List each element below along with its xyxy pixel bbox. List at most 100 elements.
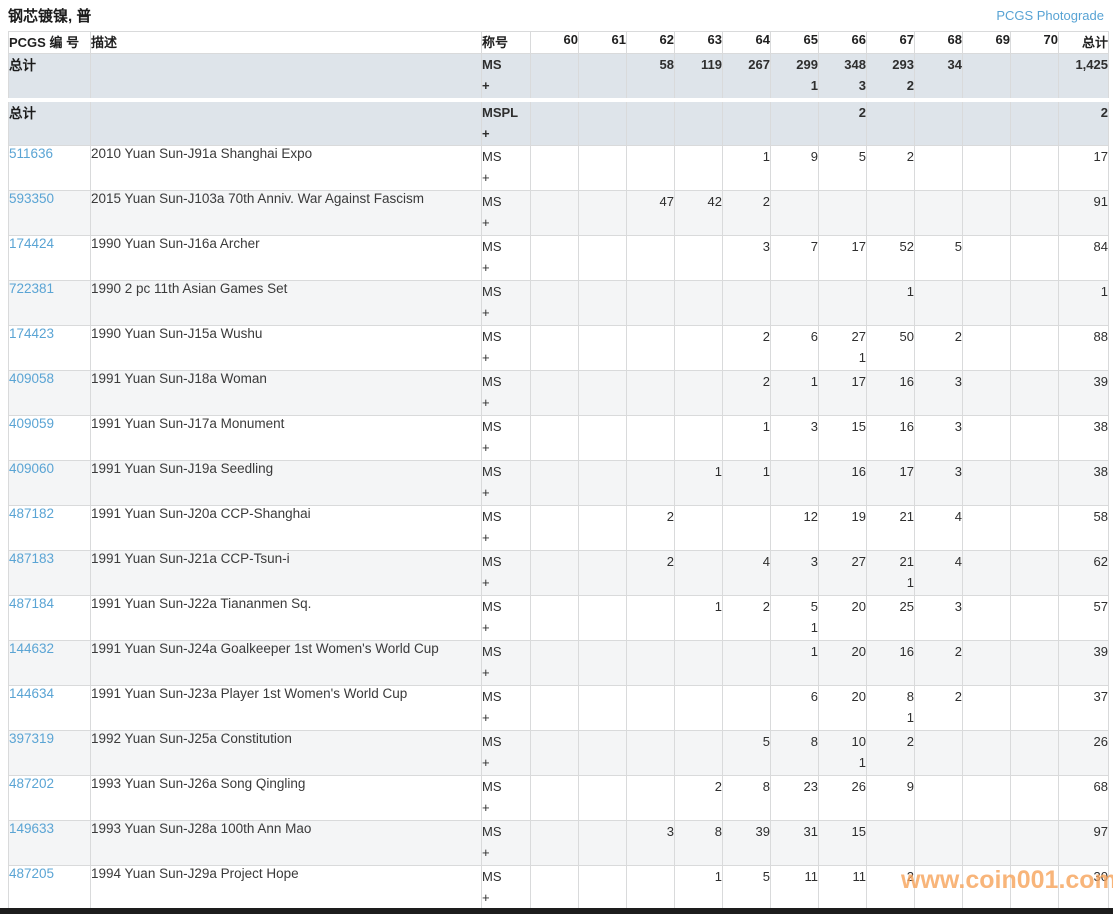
grade-67-cell: 2932 (867, 54, 915, 100)
grade-69-cell (963, 326, 1011, 371)
grade-69-cell (963, 191, 1011, 236)
grade-64-cell: 5 (723, 866, 771, 911)
grade-60-cell (531, 416, 579, 461)
coin-description: 1991 Yuan Sun-J20a CCP-Shanghai (91, 506, 482, 551)
grade-65-cell: 51 (771, 596, 819, 641)
grade-66-cell: 15 (819, 416, 867, 461)
designation-cell: MS+ (482, 461, 531, 506)
grade-67-cell: 2 (867, 731, 915, 776)
summary-row: 总计MS+58119267299134832932341,425 (9, 54, 1109, 100)
row-total: 1,425 (1059, 54, 1109, 100)
grade-70-cell (1011, 461, 1059, 506)
coin-description: 1990 Yuan Sun-J16a Archer (91, 236, 482, 281)
grade-64-cell: 5 (723, 731, 771, 776)
grade-68-cell: 5 (915, 236, 963, 281)
grade-61-cell (579, 146, 627, 191)
grade-70-cell (1011, 686, 1059, 731)
pcgs-number-cell: 409060 (9, 461, 91, 506)
pcgs-number-link[interactable]: 174424 (9, 236, 54, 251)
grade-61-cell (579, 236, 627, 281)
coin-description: 1991 Yuan Sun-J19a Seedling (91, 461, 482, 506)
photograde-link[interactable]: PCGS Photograde (996, 8, 1104, 23)
pcgs-number-link[interactable]: 487183 (9, 551, 54, 566)
grade-65-cell: 6 (771, 326, 819, 371)
coin-row: 4090591991 Yuan Sun-J17a MonumentMS+1315… (9, 416, 1109, 461)
coin-row: 1496331993 Yuan Sun-J28a 100th Ann MaoMS… (9, 821, 1109, 866)
grade-60-cell (531, 596, 579, 641)
grade-68-cell (915, 146, 963, 191)
grade-61-cell (579, 100, 627, 146)
summary-label: 总计 (9, 100, 91, 146)
grade-63-cell: 1 (675, 866, 723, 911)
pcgs-number-link[interactable]: 593350 (9, 191, 54, 206)
pcgs-number-link[interactable]: 487184 (9, 596, 54, 611)
row-total: 26 (1059, 731, 1109, 776)
grade-67-cell: 17 (867, 461, 915, 506)
grade-69-cell (963, 236, 1011, 281)
pcgs-number-link[interactable]: 397319 (9, 731, 54, 746)
pcgs-number-link[interactable]: 409058 (9, 371, 54, 386)
coin-description (91, 100, 482, 146)
coin-description: 2015 Yuan Sun-J103a 70th Anniv. War Agai… (91, 191, 482, 236)
grade-69-cell (963, 686, 1011, 731)
grade-61-cell (579, 54, 627, 100)
pcgs-number-link[interactable]: 722381 (9, 281, 54, 296)
grade-67-cell: 25 (867, 596, 915, 641)
coin-row: 1744231990 Yuan Sun-J15a WushuMS+2627150… (9, 326, 1109, 371)
pcgs-number-link[interactable]: 487205 (9, 866, 54, 881)
grade-61-cell (579, 821, 627, 866)
coin-description: 1991 Yuan Sun-J21a CCP-Tsun-i (91, 551, 482, 596)
pcgs-number-link[interactable]: 149633 (9, 821, 54, 836)
grade-64-cell: 2 (723, 191, 771, 236)
pcgs-number-cell: 409058 (9, 371, 91, 416)
grade-60-cell (531, 54, 579, 100)
grade-60-cell (531, 551, 579, 596)
grade-66-cell: 20 (819, 641, 867, 686)
grade-70-cell (1011, 100, 1059, 146)
grade-67-cell: 16 (867, 371, 915, 416)
bottom-divider (0, 908, 1113, 914)
pcgs-number-link[interactable]: 511636 (9, 146, 53, 161)
coin-row: 1744241990 Yuan Sun-J16a ArcherMS+371752… (9, 236, 1109, 281)
row-total: 58 (1059, 506, 1109, 551)
grade-65-cell: 31 (771, 821, 819, 866)
col-header-grade-60: 60 (531, 32, 579, 54)
grade-62-cell (627, 100, 675, 146)
pcgs-number-link[interactable]: 409060 (9, 461, 54, 476)
grade-67-cell: 16 (867, 641, 915, 686)
pcgs-number-link[interactable]: 487182 (9, 506, 54, 521)
grade-69-cell (963, 461, 1011, 506)
grade-65-cell: 3 (771, 551, 819, 596)
grade-66-cell: 11 (819, 866, 867, 911)
pcgs-number-link[interactable]: 487202 (9, 776, 54, 791)
grade-70-cell (1011, 866, 1059, 911)
grade-65-cell: 1 (771, 641, 819, 686)
coin-description: 1992 Yuan Sun-J25a Constitution (91, 731, 482, 776)
grade-65-cell: 23 (771, 776, 819, 821)
coin-row: 4090601991 Yuan Sun-J19a SeedlingMS+1116… (9, 461, 1109, 506)
grade-63-cell: 119 (675, 54, 723, 100)
coin-row: 7223811990 2 pc 11th Asian Games SetMS+1… (9, 281, 1109, 326)
grade-63-cell (675, 236, 723, 281)
col-header-grade-70: 70 (1011, 32, 1059, 54)
pcgs-number-link[interactable]: 144634 (9, 686, 54, 701)
pcgs-number-link[interactable]: 144632 (9, 641, 54, 656)
coin-description: 1991 Yuan Sun-J23a Player 1st Women's Wo… (91, 686, 482, 731)
grade-70-cell (1011, 281, 1059, 326)
grade-68-cell (915, 100, 963, 146)
pcgs-number-link[interactable]: 174423 (9, 326, 54, 341)
pcgs-number-cell: 144634 (9, 686, 91, 731)
coin-row: 4090581991 Yuan Sun-J18a WomanMS+2117163… (9, 371, 1109, 416)
grade-65-cell (771, 281, 819, 326)
grade-70-cell (1011, 506, 1059, 551)
grade-69-cell (963, 776, 1011, 821)
pcgs-number-cell: 409059 (9, 416, 91, 461)
pcgs-number-link[interactable]: 409059 (9, 416, 54, 431)
row-total: 62 (1059, 551, 1109, 596)
row-total: 88 (1059, 326, 1109, 371)
grade-64-cell: 267 (723, 54, 771, 100)
population-table: PCGS 编 号描述称号6061626364656667686970总计总计MS… (8, 31, 1109, 911)
pcgs-number-cell: 722381 (9, 281, 91, 326)
grade-63-cell (675, 641, 723, 686)
grade-66-cell: 16 (819, 461, 867, 506)
